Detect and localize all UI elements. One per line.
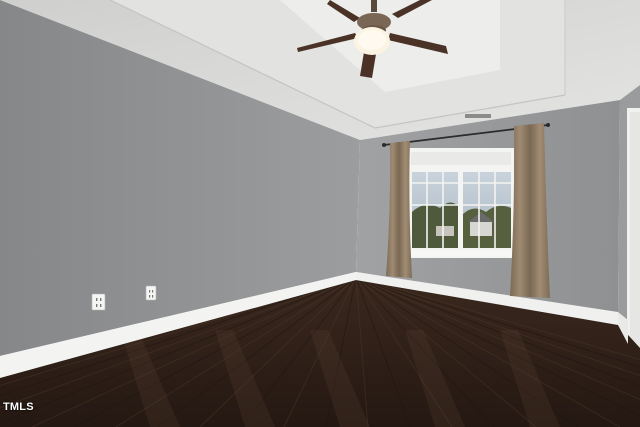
- room-scene: [0, 0, 640, 427]
- air-vent: [465, 114, 491, 118]
- outlet-icon: [91, 293, 106, 311]
- curtain-right: [510, 123, 550, 298]
- window: [404, 148, 518, 258]
- outlet-icon: [145, 285, 157, 301]
- watermark-label: TMLS: [3, 401, 34, 413]
